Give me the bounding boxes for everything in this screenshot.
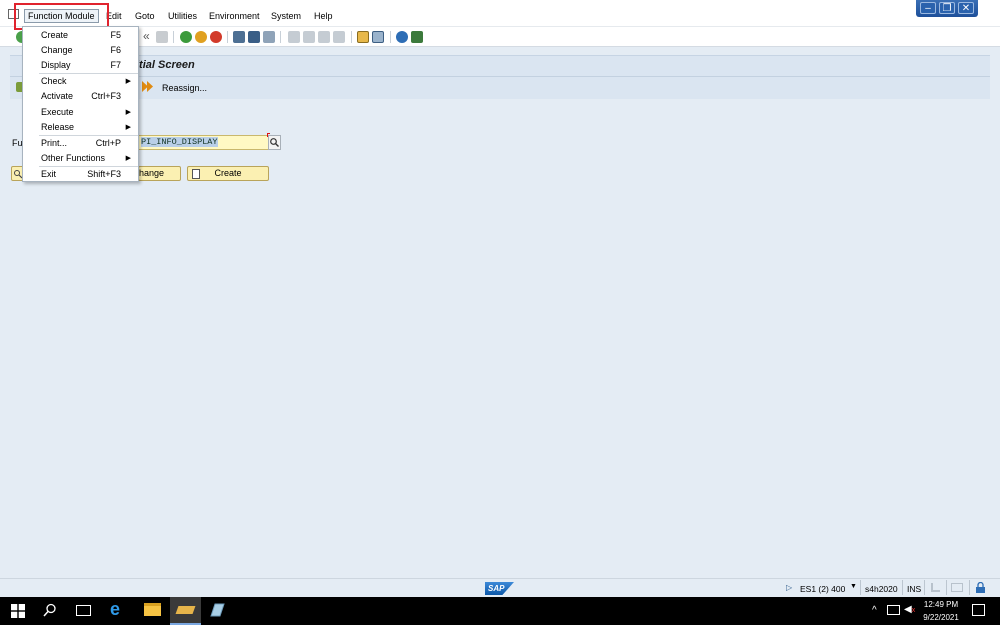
- chart-icon: [931, 583, 940, 592]
- tray-time[interactable]: 12:49 PM: [921, 600, 961, 609]
- title-bar: itial Screen: [10, 55, 990, 75]
- shortcut-display: F7: [110, 60, 121, 70]
- task-view-icon[interactable]: [76, 605, 91, 616]
- menu-separator: [39, 166, 138, 167]
- close-icon[interactable]: ✕: [958, 2, 974, 14]
- submenu-arrow-icon: ▶: [125, 109, 131, 116]
- menu-utilities[interactable]: Utilities: [168, 11, 197, 21]
- notifications-icon[interactable]: [972, 604, 985, 616]
- input-mode[interactable]: INS: [907, 584, 921, 594]
- windows-start-icon[interactable]: [11, 604, 25, 620]
- menu-item-exit[interactable]: Exit: [41, 169, 56, 179]
- menu-item-other-functions[interactable]: Other Functions: [41, 153, 105, 163]
- chevron-up-icon[interactable]: ^: [872, 605, 877, 616]
- exit-icon[interactable]: [195, 31, 207, 43]
- lock-icon: [975, 581, 986, 593]
- play-icon[interactable]: ▷: [786, 583, 792, 592]
- menu-environment[interactable]: Environment: [209, 11, 260, 21]
- network-icon[interactable]: [887, 605, 900, 615]
- cancel-icon[interactable]: [210, 31, 222, 43]
- shortcut-print: Ctrl+P: [95, 138, 121, 148]
- internet-explorer-icon[interactable]: e: [110, 599, 120, 620]
- search-icon[interactable]: [43, 603, 57, 620]
- submenu-arrow-icon: ▶: [125, 78, 131, 85]
- create-button-label: Create: [214, 168, 242, 178]
- tray-date[interactable]: 9/22/2021: [919, 613, 963, 622]
- print-icon[interactable]: [233, 31, 245, 43]
- save-icon[interactable]: [156, 31, 168, 43]
- help-icon[interactable]: [396, 31, 408, 43]
- shortcut-icon[interactable]: [372, 31, 384, 43]
- collapse-icon[interactable]: «: [143, 29, 150, 43]
- submenu-arrow-icon: ▶: [125, 155, 131, 162]
- menu-system[interactable]: System: [271, 11, 301, 21]
- connection-icon: [951, 583, 963, 592]
- change-button[interactable]: hange: [138, 166, 181, 181]
- next-page-icon[interactable]: [318, 31, 330, 43]
- create-button[interactable]: Create: [187, 166, 269, 181]
- menu-item-execute[interactable]: Execute: [41, 107, 74, 117]
- window-controls: – ❐ ✕: [916, 0, 978, 17]
- shortcut-change: F6: [110, 45, 121, 55]
- layout-menu-icon[interactable]: [411, 31, 423, 43]
- first-page-icon[interactable]: [288, 31, 300, 43]
- menu-separator: [39, 73, 138, 74]
- chevron-down-icon[interactable]: ▼: [850, 583, 857, 590]
- function-module-label: Fu: [12, 138, 23, 148]
- function-module-menu: Create F5 Change F6 Display F7 Check ▶ A…: [22, 26, 139, 182]
- sap-logon-icon[interactable]: [208, 601, 226, 619]
- system-toolbar: «: [0, 27, 1000, 47]
- session-info[interactable]: ES1 (2) 400: [800, 584, 845, 594]
- function-module-input[interactable]: PI_INFO_DISPLAY: [138, 135, 269, 150]
- menu-item-release[interactable]: Release: [41, 122, 74, 132]
- page-title: itial Screen: [136, 59, 195, 71]
- previous-page-icon[interactable]: [303, 31, 315, 43]
- file-explorer-icon[interactable]: [144, 603, 161, 616]
- shortcut-exit: Shift+F3: [87, 169, 121, 179]
- back-icon[interactable]: [180, 31, 192, 43]
- submenu-arrow-icon: ▶: [125, 124, 131, 131]
- reassign-icon[interactable]: [142, 81, 154, 92]
- create-icon: [192, 169, 200, 179]
- menu-bar: Function Module Edit Goto Utilities Envi…: [0, 0, 1000, 27]
- menu-item-print[interactable]: Print...: [41, 138, 67, 148]
- search-icon: [270, 138, 279, 147]
- divider: [10, 76, 990, 77]
- menu-item-change[interactable]: Change: [41, 45, 73, 55]
- menu-separator: [39, 135, 138, 136]
- find-next-icon[interactable]: [263, 31, 275, 43]
- minimize-icon[interactable]: –: [920, 2, 936, 14]
- menu-item-check[interactable]: Check: [41, 76, 67, 86]
- shortcut-activate: Ctrl+F3: [91, 91, 121, 101]
- find-icon[interactable]: [248, 31, 260, 43]
- sap-gui-icon: [175, 606, 196, 614]
- restore-icon[interactable]: ❐: [939, 2, 955, 14]
- last-page-icon[interactable]: [333, 31, 345, 43]
- menu-goto[interactable]: Goto: [135, 11, 155, 21]
- search-help-button[interactable]: [268, 135, 281, 150]
- server-name: s4h2020: [865, 584, 898, 594]
- menu-item-display[interactable]: Display: [41, 60, 71, 70]
- volume-icon[interactable]: ◀x: [904, 604, 915, 615]
- menu-help[interactable]: Help: [314, 11, 333, 21]
- new-session-icon[interactable]: [357, 31, 369, 43]
- sap-gui-taskbar-app[interactable]: [170, 597, 201, 625]
- reassign-button[interactable]: Reassign...: [162, 83, 207, 93]
- shortcut-create: F5: [110, 30, 121, 40]
- menu-item-activate[interactable]: Activate: [41, 91, 73, 101]
- function-module-value: PI_INFO_DISPLAY: [141, 137, 218, 147]
- menu-item-create[interactable]: Create: [41, 30, 68, 40]
